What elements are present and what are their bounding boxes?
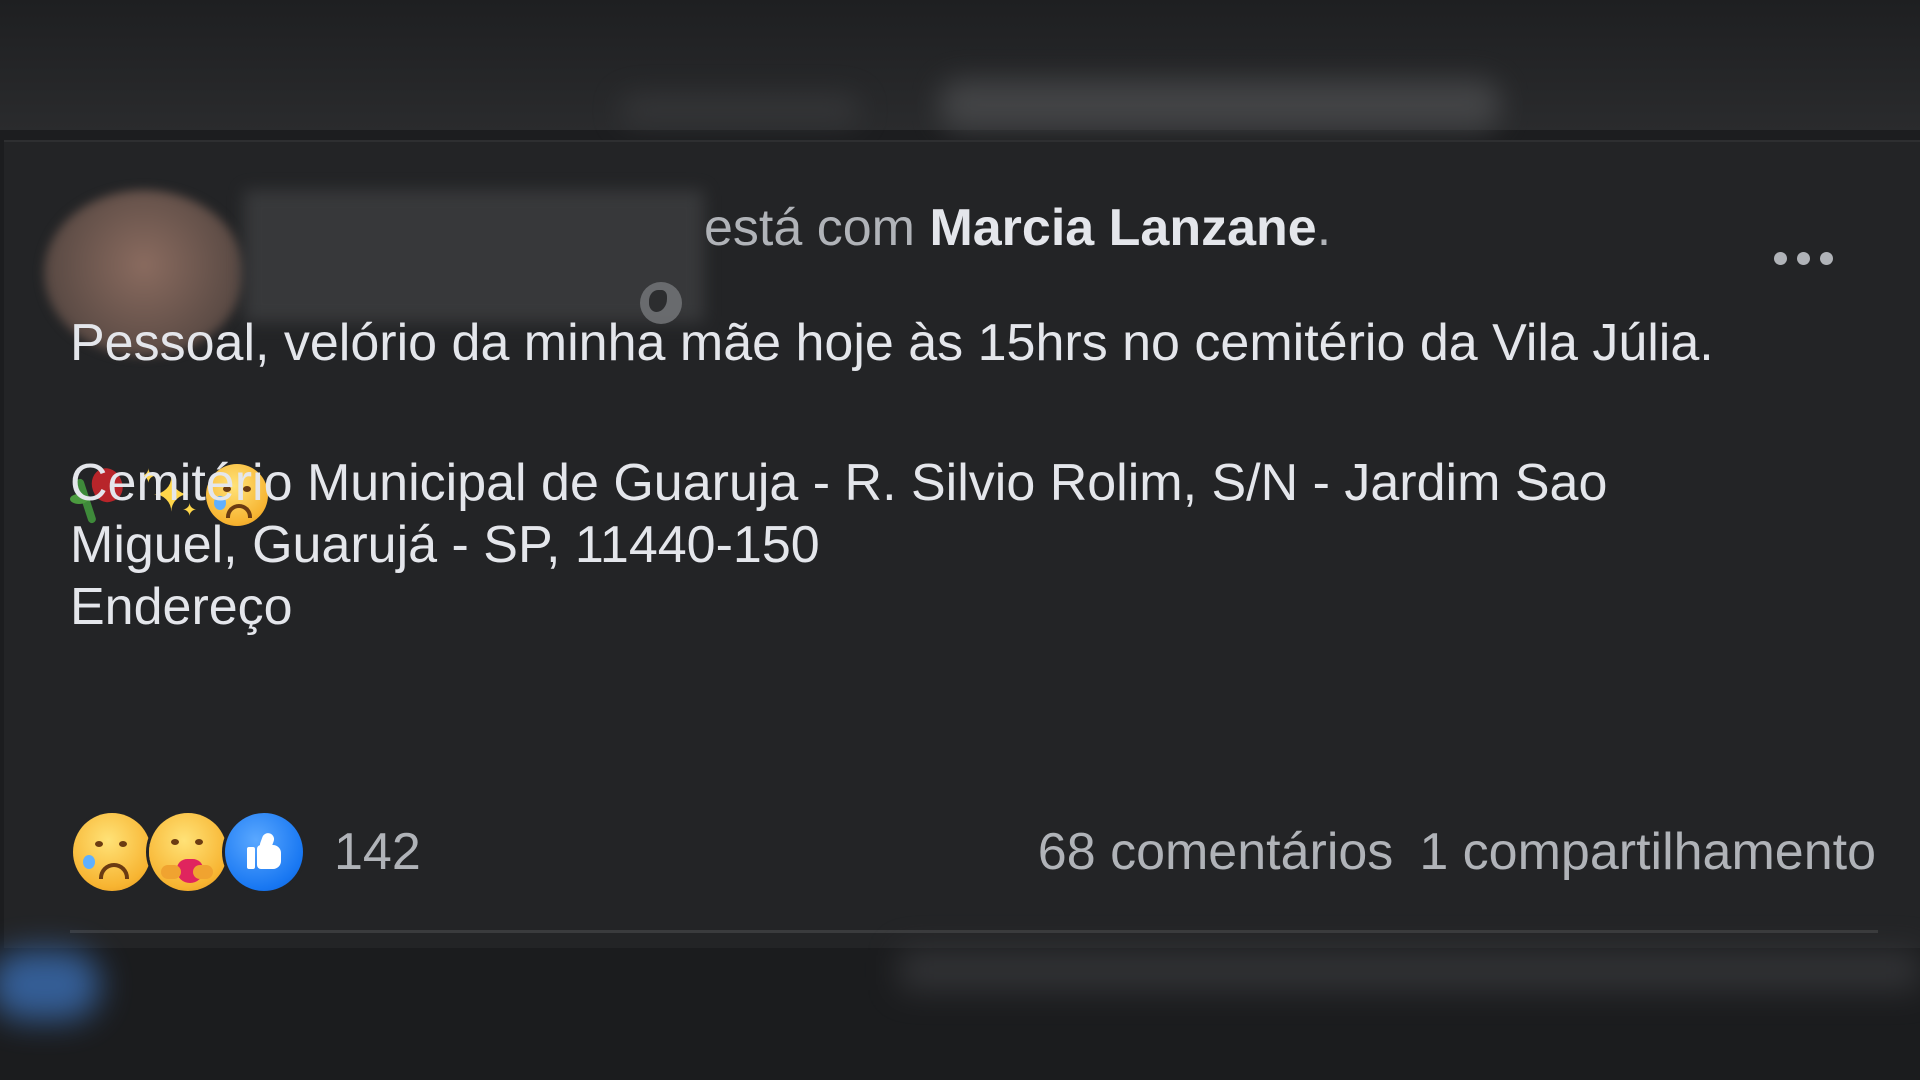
blurred-bottom-content xyxy=(900,950,1920,990)
post-text-line: Pessoal, velório da minha mãe hoje às 15… xyxy=(70,314,1714,372)
shares-count-link[interactable]: 1 compartilhamento xyxy=(1419,822,1876,882)
blurred-top-content xyxy=(940,80,1500,130)
blurred-author-name[interactable] xyxy=(244,190,704,322)
reactions-summary[interactable]: 142 xyxy=(70,810,421,894)
blurred-bottom-icon xyxy=(0,950,100,1020)
header-period: . xyxy=(1316,199,1332,257)
screenshot-page: está com Marcia Lanzane. Pessoal, velóri… xyxy=(0,0,1920,1080)
post-header: está com Marcia Lanzane. xyxy=(704,198,1331,258)
engagement-stats: 68 comentários 1 compartilhamento xyxy=(1038,822,1876,882)
address-label[interactable]: Endereço xyxy=(70,576,293,638)
address-line-1: Cemitério Municipal de Guaruja - R. Silv… xyxy=(70,454,1608,512)
comments-count-link[interactable]: 68 comentários xyxy=(1038,822,1394,882)
reaction-count[interactable]: 142 xyxy=(334,822,421,882)
more-options-icon[interactable] xyxy=(1774,252,1844,276)
address-line-2: Miguel, Guarujá - SP, 11440-150 xyxy=(70,516,820,574)
with-text: está com xyxy=(704,199,915,257)
facebook-post: está com Marcia Lanzane. Pessoal, velóri… xyxy=(4,140,1920,950)
blurred-top-content-secondary xyxy=(620,95,860,125)
like-reaction-icon xyxy=(222,810,306,894)
sad-reaction-icon xyxy=(70,810,154,894)
care-reaction-icon xyxy=(146,810,230,894)
post-divider xyxy=(70,930,1878,933)
tagged-person-link[interactable]: Marcia Lanzane xyxy=(929,199,1316,257)
